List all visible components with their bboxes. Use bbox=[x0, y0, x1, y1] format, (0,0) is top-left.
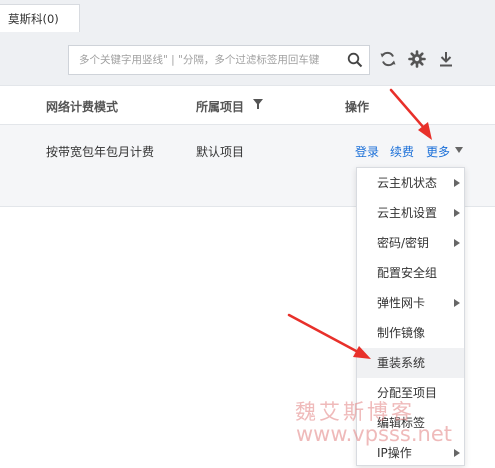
filter-icon[interactable] bbox=[253, 99, 263, 109]
refresh-icon[interactable] bbox=[379, 50, 397, 68]
menu-item-label: 重装系统 bbox=[377, 356, 426, 370]
menu-item-instance-settings[interactable]: 云主机设置 bbox=[357, 198, 464, 228]
watermark-url: www.vpsss.net bbox=[296, 422, 452, 446]
menu-item-label: 弹性网卡 bbox=[377, 296, 426, 310]
search-box[interactable] bbox=[68, 45, 370, 75]
column-header-project: 所属项目 bbox=[196, 100, 245, 114]
menu-item-elastic-nic[interactable]: 弹性网卡 bbox=[357, 288, 464, 318]
login-link[interactable]: 登录 bbox=[355, 143, 379, 160]
menu-item-instance-status[interactable]: 云主机状态 bbox=[357, 168, 464, 198]
chevron-down-icon[interactable] bbox=[455, 147, 463, 153]
search-icon[interactable] bbox=[347, 52, 363, 68]
chevron-right-icon bbox=[454, 209, 460, 217]
chevron-right-icon bbox=[454, 299, 460, 307]
menu-item-security-group[interactable]: 配置安全组 bbox=[357, 258, 464, 288]
menu-item-password-key[interactable]: 密码/密钥 bbox=[357, 228, 464, 258]
menu-item-label: IP操作 bbox=[377, 446, 412, 460]
column-header-actions: 操作 bbox=[345, 100, 370, 114]
download-icon[interactable] bbox=[437, 50, 455, 68]
menu-item-label: 云主机状态 bbox=[377, 176, 438, 190]
menu-item-label: 制作镜像 bbox=[377, 326, 426, 340]
chevron-right-icon bbox=[454, 449, 460, 457]
gear-icon[interactable] bbox=[408, 50, 426, 68]
chevron-right-icon bbox=[454, 179, 460, 187]
menu-item-label: 密码/密钥 bbox=[377, 236, 430, 250]
cell-project: 默认项目 bbox=[196, 145, 245, 159]
menu-item-reinstall-system[interactable]: 重装系统 bbox=[357, 348, 464, 378]
chevron-right-icon bbox=[454, 239, 460, 247]
renew-link[interactable]: 续费 bbox=[390, 143, 414, 160]
column-header-billing-mode: 网络计费模式 bbox=[46, 100, 119, 114]
table-header: 网络计费模式 所属项目 操作 bbox=[0, 85, 495, 125]
more-link[interactable]: 更多 bbox=[426, 143, 450, 160]
cell-billing-mode: 按带宽包年包月计费 bbox=[46, 145, 155, 159]
search-input[interactable] bbox=[69, 46, 341, 74]
region-tab-moscow[interactable]: 莫斯科(0) bbox=[0, 4, 80, 32]
toolbar-area: 莫斯科(0) bbox=[0, 0, 495, 85]
menu-item-create-image[interactable]: 制作镜像 bbox=[357, 318, 464, 348]
menu-item-label: 配置安全组 bbox=[377, 266, 438, 280]
menu-item-label: 云主机设置 bbox=[377, 206, 438, 220]
